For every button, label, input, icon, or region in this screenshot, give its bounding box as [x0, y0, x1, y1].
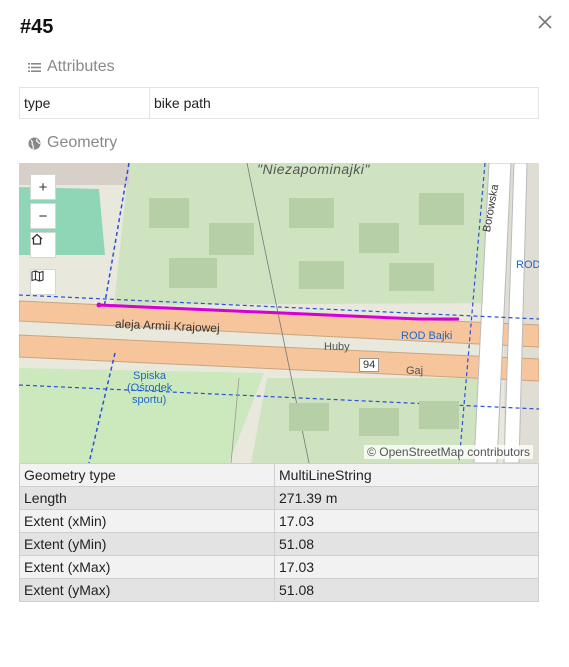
geometry-heading: Geometry — [28, 134, 117, 152]
map-label-rod: ROD — [516, 259, 539, 271]
geometry-value: 271.39 m — [274, 486, 539, 510]
table-row: Extent (yMin) 51.08 — [19, 532, 539, 556]
table-row: Extent (xMin) 17.03 — [19, 509, 539, 533]
table-row: Geometry type MultiLineString — [19, 463, 539, 487]
geometry-value: 17.03 — [274, 509, 539, 533]
close-icon[interactable] — [535, 12, 555, 32]
table-row: Length 271.39 m — [19, 486, 539, 510]
globe-icon — [28, 137, 41, 150]
geometry-key: Extent (yMin) — [19, 532, 275, 556]
feature-title: #45 — [20, 16, 54, 38]
geometry-value: 17.03 — [274, 555, 539, 579]
zoom-in-button[interactable]: + — [30, 174, 56, 200]
map-attribution[interactable]: © OpenStreetMap contributors — [364, 445, 533, 459]
map-label-osrodek: (Ośrodek — [127, 382, 173, 394]
map-label-area: "Niezapominajki" — [257, 163, 370, 177]
geometry-value: MultiLineString — [274, 463, 539, 487]
attributes-table: type bike path — [19, 87, 539, 119]
geometry-heading-label: Geometry — [47, 134, 118, 151]
attributes-heading: Attributes — [28, 58, 115, 76]
geometry-value: 51.08 — [274, 532, 539, 556]
table-row: Extent (yMax) 51.08 — [19, 578, 539, 602]
geometry-key: Extent (xMax) — [19, 555, 275, 579]
geometry-key: Extent (yMax) — [19, 578, 275, 602]
attribute-value: bike path — [149, 87, 539, 119]
geometry-key: Extent (xMin) — [19, 509, 275, 533]
attributes-heading-label: Attributes — [47, 58, 115, 75]
map-label-sportu: sportu) — [132, 394, 167, 406]
map-layers-icon[interactable] — [30, 269, 56, 295]
map-label-spiska: Spiska — [133, 370, 167, 382]
geometry-table: Geometry type MultiLineString Length 271… — [19, 463, 539, 602]
map-label-route: 94 — [359, 358, 380, 372]
attribute-key: type — [19, 87, 150, 119]
home-icon[interactable] — [30, 232, 56, 258]
map-label-gaj: Gaj — [406, 365, 424, 377]
list-icon — [28, 61, 41, 74]
geometry-key: Geometry type — [19, 463, 275, 487]
table-row: Extent (xMax) 17.03 — [19, 555, 539, 579]
map-label-huby: Huby — [324, 341, 350, 353]
table-row: type bike path — [19, 87, 539, 119]
zoom-out-button[interactable]: − — [30, 203, 56, 229]
geometry-key: Length — [19, 486, 275, 510]
map-tiles — [19, 163, 539, 463]
map-view[interactable]: "Niezapominajki" aleja Armii Krajowej Bo… — [19, 163, 539, 463]
geometry-value: 51.08 — [274, 578, 539, 602]
map-label-rod-bajki: ROD Bajki — [401, 330, 453, 342]
